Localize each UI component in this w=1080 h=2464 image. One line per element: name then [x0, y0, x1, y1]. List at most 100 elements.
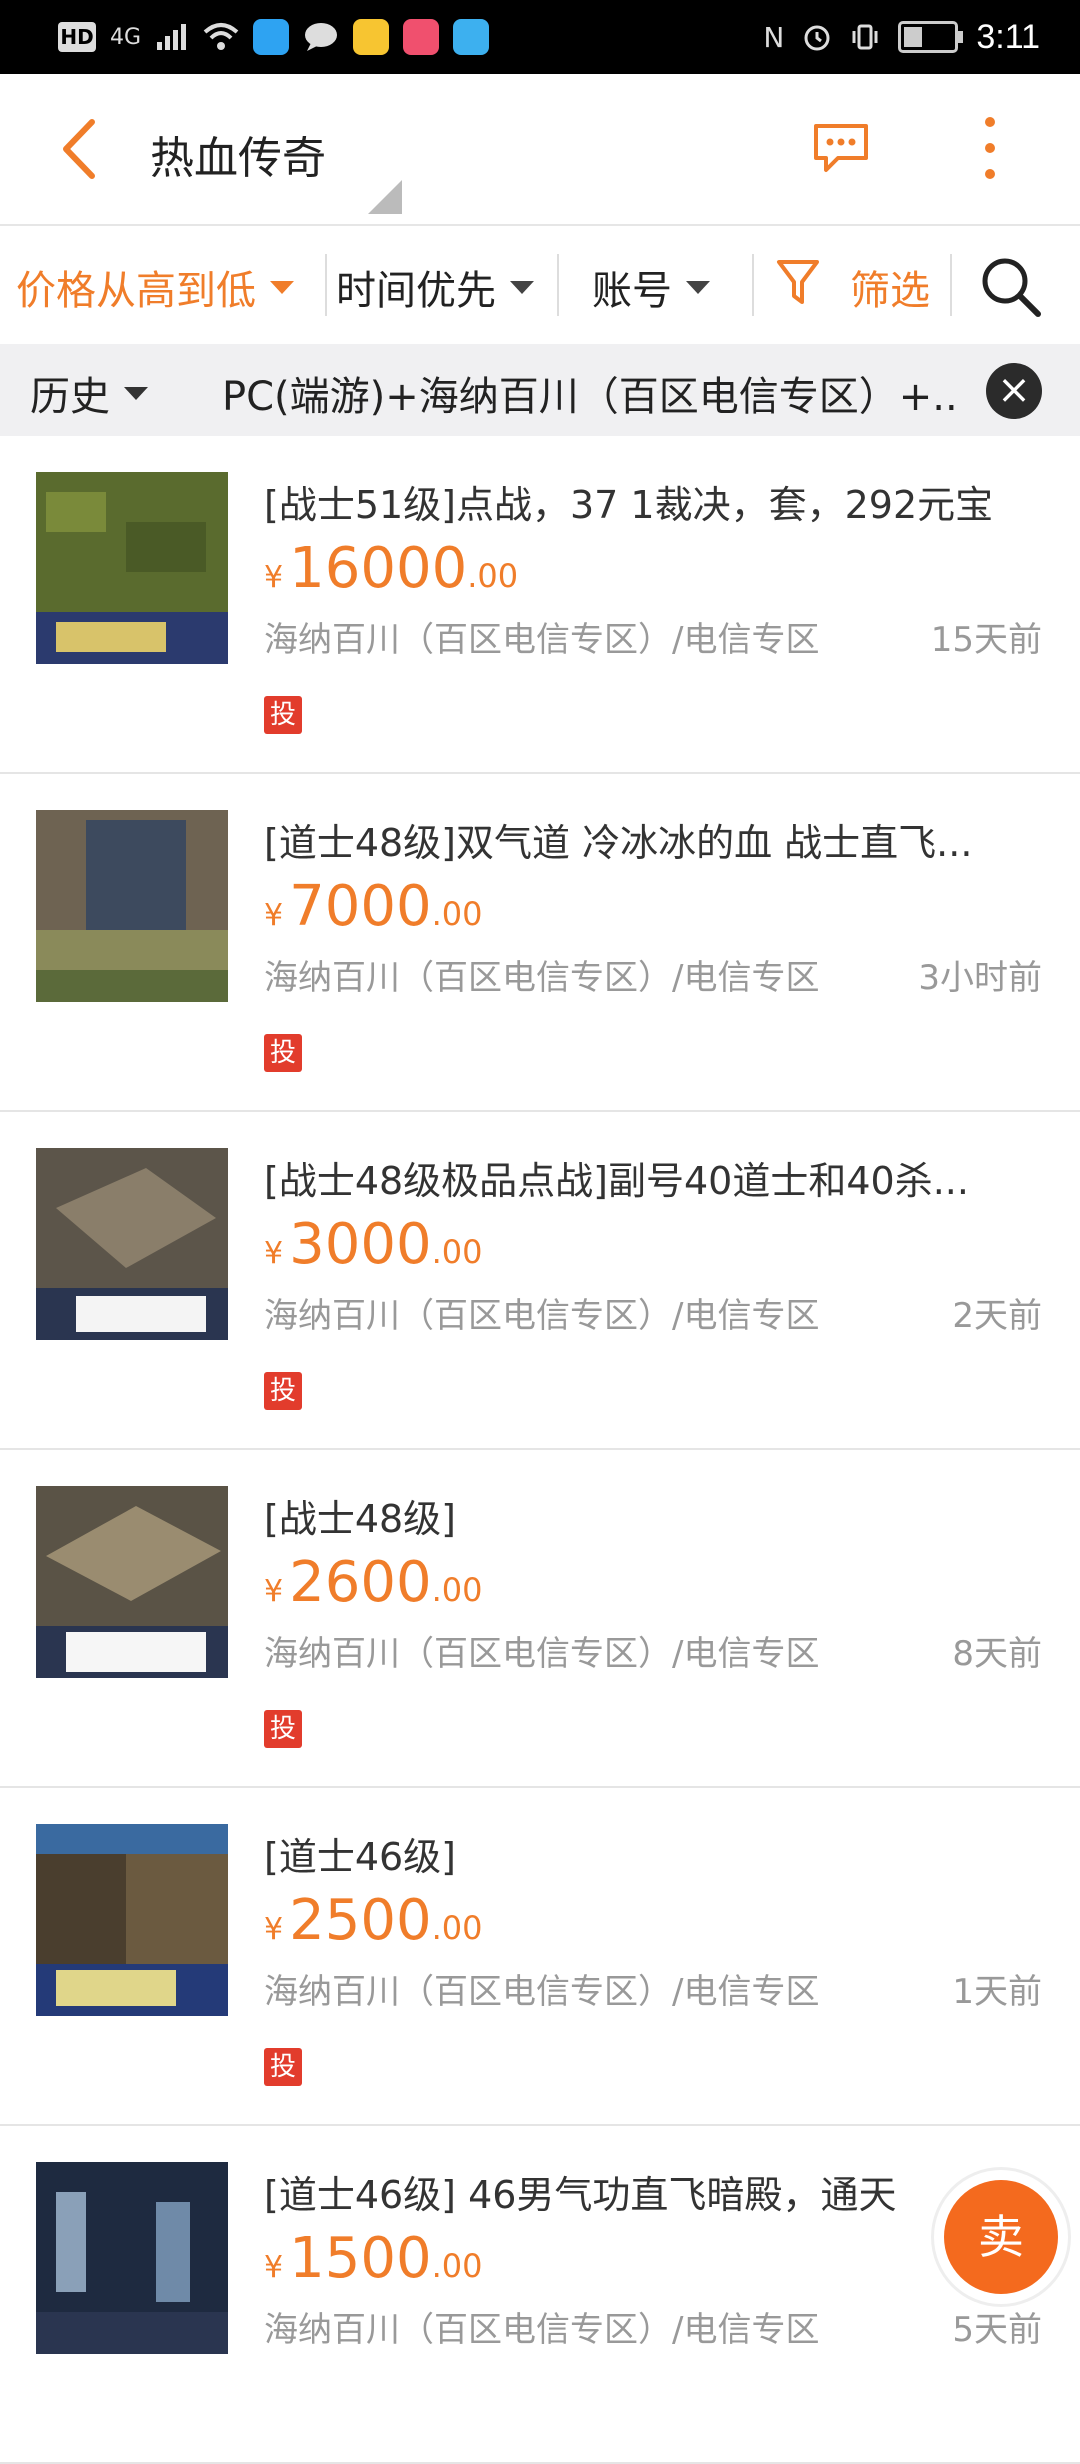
list-item[interactable]: [战士48级极品点战]副号40道士和40杀... ¥ 3000 .00 海纳百川… — [0, 1112, 1080, 1450]
clock: 3:11 — [976, 17, 1040, 56]
status-right: N 3:11 — [763, 14, 1040, 60]
app-notification-icon — [453, 19, 490, 55]
page-title: 热血传奇 — [150, 133, 326, 184]
price-decimal: .00 — [431, 2247, 483, 2285]
price-integer: 7000 — [289, 874, 432, 939]
app-notification-icon — [403, 19, 440, 55]
title-corner-indicator — [368, 180, 402, 214]
price-integer: 2600 — [289, 1550, 432, 1615]
price-integer: 3000 — [289, 1212, 432, 1277]
wifi-icon — [203, 23, 239, 50]
list-item[interactable]: [道士46级] 46男气功直飞暗殿，通天 ¥ 1500 .00 海纳百川（百区电… — [0, 2126, 1080, 2464]
back-icon[interactable] — [52, 114, 112, 184]
hd-badge: HD — [58, 22, 96, 52]
signal-icon — [157, 24, 187, 50]
caret-down-icon — [686, 280, 710, 294]
listing-time: 3小时前 — [918, 958, 1042, 998]
listing-thumbnail — [36, 2162, 228, 2354]
listing-title: [战士48级] — [264, 1497, 457, 1541]
nfc-icon: N — [763, 20, 785, 54]
price-integer: 2500 — [289, 1888, 432, 1953]
listing-price: ¥ 16000 .00 — [264, 536, 518, 601]
listing-server: 海纳百川（百区电信专区）/电信专区 — [264, 2310, 820, 2350]
listing-title: [战士48级极品点战]副号40道士和40杀... — [264, 1159, 969, 1203]
history-bar: 历史 PC(端游)+海纳百川（百区电信专区）+.. × — [0, 344, 1080, 436]
currency-symbol: ¥ — [264, 1236, 284, 1271]
listing-thumbnail — [36, 1148, 228, 1340]
currency-symbol: ¥ — [264, 1574, 284, 1609]
caret-down-icon — [510, 280, 534, 294]
listing-price: ¥ 2600 .00 — [264, 1550, 483, 1615]
type-dropdown[interactable]: 账号 — [592, 258, 710, 316]
caret-down-icon — [270, 280, 294, 294]
network-type: 4G — [110, 24, 142, 50]
listing-server: 海纳百川（百区电信专区）/电信专区 — [264, 1296, 820, 1336]
bid-badge: 投 — [264, 696, 302, 734]
chat-icon[interactable] — [812, 122, 870, 174]
filter-button[interactable]: 筛选 — [850, 258, 930, 316]
listing-server: 海纳百川（百区电信专区）/电信专区 — [264, 1634, 820, 1674]
list-item[interactable]: [道士46级] ¥ 2500 .00 海纳百川（百区电信专区）/电信专区 1天前… — [0, 1788, 1080, 2126]
listing-price: ¥ 3000 .00 — [264, 1212, 483, 1277]
divider — [752, 254, 754, 316]
price-decimal: .00 — [431, 1571, 483, 1609]
sort-time-dropdown[interactable]: 时间优先 — [336, 258, 534, 316]
list-item[interactable]: [战士48级] ¥ 2600 .00 海纳百川（百区电信专区）/电信专区 8天前… — [0, 1450, 1080, 1788]
divider — [950, 254, 952, 316]
listing-title: [道士46级] — [264, 1835, 457, 1879]
sell-button-label: 卖 — [944, 2180, 1058, 2294]
listing-server: 海纳百川（百区电信专区）/电信专区 — [264, 958, 820, 998]
listing-price: ¥ 1500 .00 — [264, 2226, 483, 2291]
listing-time: 15天前 — [930, 620, 1042, 660]
list-item[interactable]: [战士51级]点战，37 1裁决，套，292元宝 ¥ 16000 .00 海纳百… — [0, 436, 1080, 774]
bid-badge: 投 — [264, 2048, 302, 2086]
price-integer: 16000 — [289, 536, 468, 601]
listing-title: [道士48级]双气道 冷冰冰的血 战士直飞... — [264, 821, 973, 865]
currency-symbol: ¥ — [264, 1912, 284, 1947]
divider — [325, 254, 327, 316]
currency-symbol: ¥ — [264, 898, 284, 933]
price-decimal: .00 — [431, 1909, 483, 1947]
filter-bar: 价格从高到低 时间优先 账号 筛选 — [0, 226, 1080, 348]
price-decimal: .00 — [431, 1233, 483, 1271]
price-decimal: .00 — [431, 895, 483, 933]
bid-badge: 投 — [264, 1710, 302, 1748]
caret-down-icon — [124, 386, 148, 400]
app-notification-icon — [353, 19, 390, 55]
app-notification-icon — [253, 19, 290, 55]
currency-symbol: ¥ — [264, 560, 284, 595]
listing-time: 1天前 — [952, 1972, 1042, 2012]
close-icon[interactable]: × — [986, 363, 1042, 419]
listing-time: 2天前 — [952, 1296, 1042, 1336]
history-label: 历史 — [30, 374, 110, 420]
listing-thumbnail — [36, 810, 228, 1002]
listing-server: 海纳百川（百区电信专区）/电信专区 — [264, 620, 820, 660]
search-icon[interactable] — [978, 254, 1044, 320]
status-left: HD 4G — [58, 14, 490, 60]
listing-thumbnail — [36, 1486, 228, 1678]
currency-symbol: ¥ — [264, 2250, 284, 2285]
sort-price-label: 价格从高到低 — [16, 268, 256, 314]
price-integer: 1500 — [289, 2226, 432, 2291]
sort-price-dropdown[interactable]: 价格从高到低 — [16, 258, 294, 316]
type-label: 账号 — [592, 268, 672, 314]
filter-icon[interactable] — [775, 256, 821, 310]
vibrate-icon — [852, 24, 878, 50]
title-bar: 热血传奇 — [0, 74, 1080, 226]
listing-time: 5天前 — [952, 2310, 1042, 2350]
battery-icon — [898, 21, 964, 53]
more-vertical-icon[interactable] — [970, 112, 1010, 184]
price-decimal: .00 — [467, 557, 519, 595]
listing-title: [战士51级]点战，37 1裁决，套，292元宝 — [264, 483, 994, 527]
listing-thumbnail — [36, 472, 228, 664]
listing-price: ¥ 2500 .00 — [264, 1888, 483, 1953]
chat-bubble-icon — [305, 23, 338, 51]
listing-list: [战士51级]点战，37 1裁决，套，292元宝 ¥ 16000 .00 海纳百… — [0, 436, 1080, 2464]
sell-button[interactable]: 卖 — [934, 2170, 1068, 2304]
listing-title: [道士46级] 46男气功直飞暗殿，通天 — [264, 2173, 897, 2217]
sort-time-label: 时间优先 — [336, 268, 496, 314]
list-item[interactable]: [道士48级]双气道 冷冰冰的血 战士直飞... ¥ 7000 .00 海纳百川… — [0, 774, 1080, 1112]
history-dropdown[interactable]: 历史 — [30, 364, 148, 422]
alarm-icon — [804, 25, 830, 51]
history-tag[interactable]: PC(端游)+海纳百川（百区电信专区）+.. — [222, 364, 962, 422]
